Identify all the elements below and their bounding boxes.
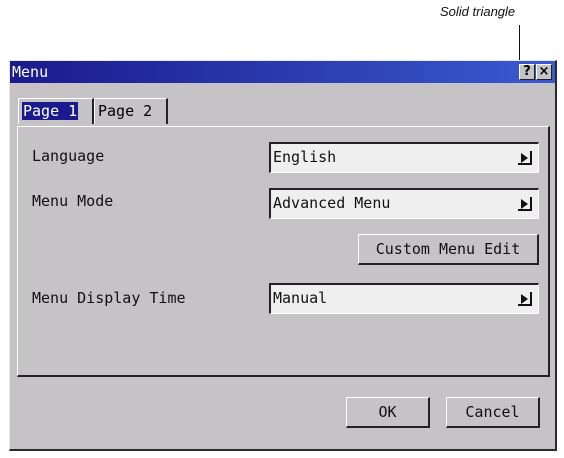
language-dropdown[interactable]: English — [269, 142, 539, 173]
window-title: Menu — [12, 63, 49, 81]
menu-dialog: Menu ? × Page 1 Page 2 Language English … — [9, 60, 557, 451]
menu-mode-dropdown[interactable]: Advanced Menu — [269, 188, 539, 219]
menu-mode-label: Menu Mode — [32, 192, 114, 210]
solid-triangle-icon[interactable] — [518, 197, 532, 211]
tab-page-2[interactable]: Page 2 — [94, 98, 168, 124]
menu-display-time-dropdown[interactable]: Manual — [269, 283, 539, 314]
language-label: Language — [32, 147, 105, 165]
tab-page-2-label: Page 2 — [98, 102, 153, 120]
menu-display-time-label: Menu Display Time — [32, 289, 186, 307]
language-value: English — [273, 148, 337, 166]
tab-page-1-label: Page 1 — [22, 102, 79, 120]
custom-menu-edit-button[interactable]: Custom Menu Edit — [358, 234, 539, 265]
menu-mode-value: Advanced Menu — [273, 194, 391, 212]
solid-triangle-icon[interactable] — [518, 151, 532, 165]
close-button[interactable]: × — [536, 64, 552, 80]
tab-page-1[interactable]: Page 1 — [18, 98, 94, 124]
help-button[interactable]: ? — [519, 64, 535, 80]
solid-triangle-annotation: Solid triangle — [440, 4, 516, 19]
ok-button[interactable]: OK — [346, 397, 430, 428]
title-bar: Menu ? × — [10, 61, 555, 83]
solid-triangle-icon[interactable] — [518, 292, 532, 306]
menu-display-time-value: Manual — [273, 289, 328, 307]
cancel-button[interactable]: Cancel — [446, 397, 540, 428]
